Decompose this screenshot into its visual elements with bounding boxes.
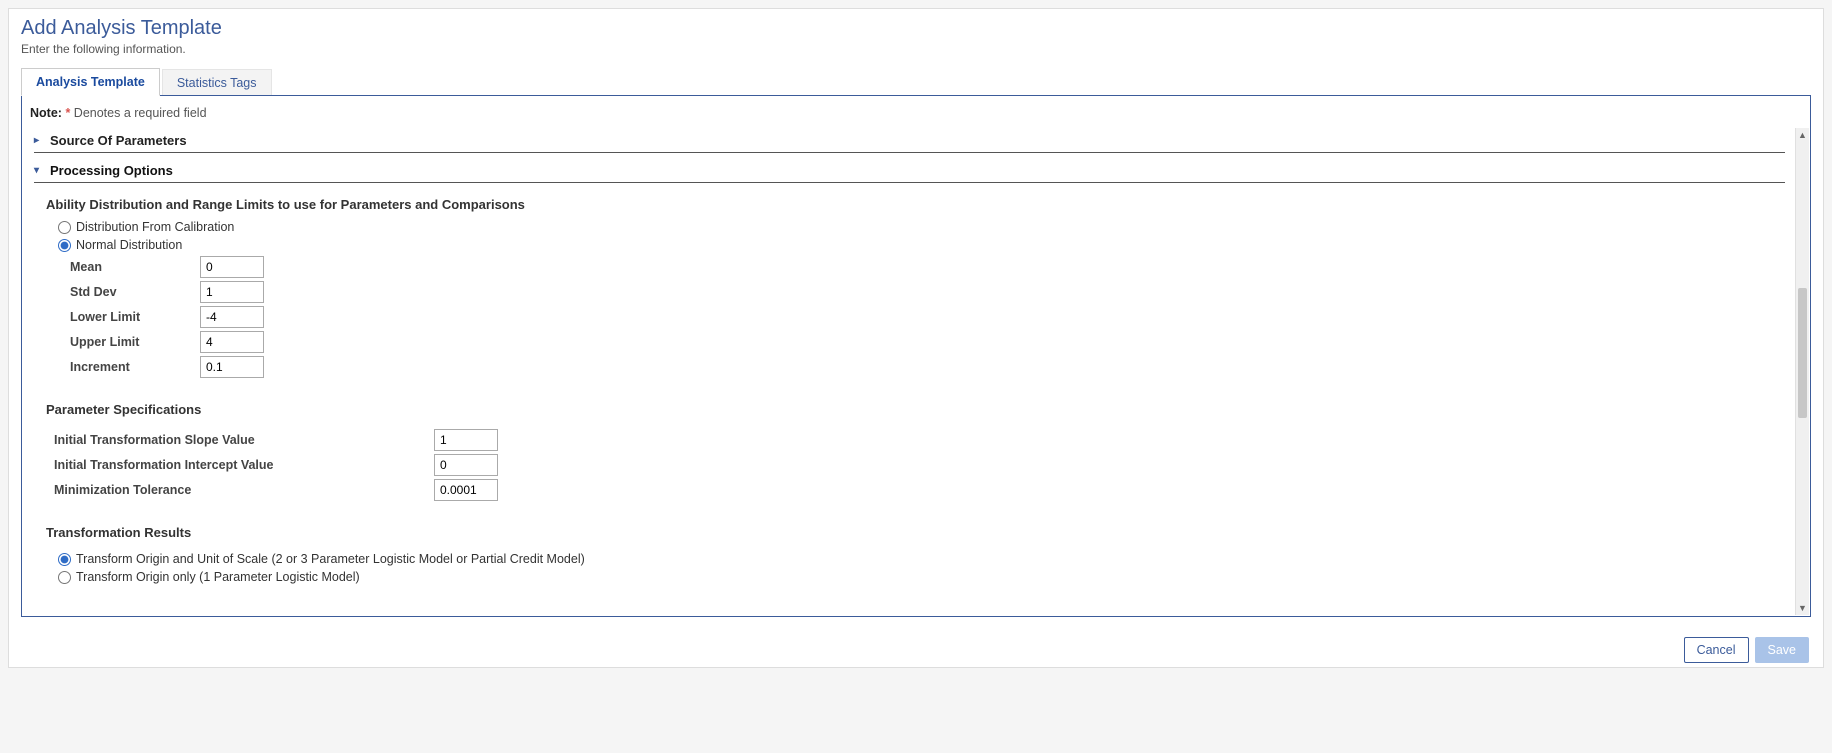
note-label: Note: xyxy=(30,106,62,120)
transformation-results-heading: Transformation Results xyxy=(46,525,1785,540)
radio-transform-full-input[interactable] xyxy=(58,553,71,566)
section-source-of-parameters[interactable]: ▸ Source Of Parameters xyxy=(34,129,1785,153)
page-title: Add Analysis Template xyxy=(21,17,1811,40)
min-tolerance-input[interactable] xyxy=(434,479,498,501)
upper-limit-input[interactable] xyxy=(200,331,264,353)
chevron-down-icon: ▾ xyxy=(34,165,46,176)
radio-transform-full[interactable]: Transform Origin and Unit of Scale (2 or… xyxy=(58,552,1785,566)
radio-calibration-label: Distribution From Calibration xyxy=(76,220,234,234)
stddev-label: Std Dev xyxy=(70,285,200,299)
scroll-area: ▸ Source Of Parameters ▾ Processing Opti… xyxy=(22,127,1810,616)
radio-transform-origin-label: Transform Origin only (1 Parameter Logis… xyxy=(76,570,360,584)
increment-input[interactable] xyxy=(200,356,264,378)
lower-limit-label: Lower Limit xyxy=(70,310,200,324)
radio-transform-full-label: Transform Origin and Unit of Scale (2 or… xyxy=(76,552,585,566)
page-container: Add Analysis Template Enter the followin… xyxy=(8,8,1824,668)
stddev-input[interactable] xyxy=(200,281,264,303)
intercept-label: Initial Transformation Intercept Value xyxy=(54,458,434,472)
section-processing-options[interactable]: ▾ Processing Options xyxy=(34,159,1785,183)
tab-statistics-tags[interactable]: Statistics Tags xyxy=(162,69,272,96)
radio-distribution-from-calibration[interactable]: Distribution From Calibration xyxy=(58,220,1785,234)
chevron-right-icon: ▸ xyxy=(34,135,46,146)
field-stddev: Std Dev xyxy=(70,281,1785,303)
lower-limit-input[interactable] xyxy=(200,306,264,328)
slope-label: Initial Transformation Slope Value xyxy=(54,433,434,447)
field-lower-limit: Lower Limit xyxy=(70,306,1785,328)
section-processing-label: Processing Options xyxy=(50,163,173,178)
page-header: Add Analysis Template Enter the followin… xyxy=(9,9,1823,68)
section-source-label: Source Of Parameters xyxy=(50,133,187,148)
tab-content: Note: * Denotes a required field ▸ Sourc… xyxy=(21,95,1811,617)
page-subtitle: Enter the following information. xyxy=(21,42,1811,56)
footer-bar: Cancel Save xyxy=(9,627,1823,667)
increment-label: Increment xyxy=(70,360,200,374)
scroll-up-arrow-icon[interactable]: ▲ xyxy=(1796,128,1809,142)
save-button[interactable]: Save xyxy=(1755,637,1810,663)
radio-normal-distribution[interactable]: Normal Distribution xyxy=(58,238,1785,252)
required-asterisk-icon: * xyxy=(65,106,70,120)
field-slope: Initial Transformation Slope Value xyxy=(54,429,1785,451)
field-min-tolerance: Minimization Tolerance xyxy=(54,479,1785,501)
scrollbar-track[interactable]: ▲ ▼ xyxy=(1795,128,1809,615)
radio-calibration-input[interactable] xyxy=(58,221,71,234)
field-increment: Increment xyxy=(70,356,1785,378)
mean-label: Mean xyxy=(70,260,200,274)
intercept-input[interactable] xyxy=(434,454,498,476)
radio-normal-input[interactable] xyxy=(58,239,71,252)
radio-transform-origin-input[interactable] xyxy=(58,571,71,584)
scrollbar-thumb[interactable] xyxy=(1798,288,1807,418)
note-text: Denotes a required field xyxy=(74,106,207,120)
min-tolerance-label: Minimization Tolerance xyxy=(54,483,434,497)
parameter-specifications-heading: Parameter Specifications xyxy=(46,402,1785,417)
scroll-down-arrow-icon[interactable]: ▼ xyxy=(1796,601,1809,615)
field-upper-limit: Upper Limit xyxy=(70,331,1785,353)
mean-input[interactable] xyxy=(200,256,264,278)
upper-limit-label: Upper Limit xyxy=(70,335,200,349)
field-mean: Mean xyxy=(70,256,1785,278)
radio-transform-origin-only[interactable]: Transform Origin only (1 Parameter Logis… xyxy=(58,570,1785,584)
tab-analysis-template[interactable]: Analysis Template xyxy=(21,68,160,96)
cancel-button[interactable]: Cancel xyxy=(1684,637,1749,663)
ability-distribution-heading: Ability Distribution and Range Limits to… xyxy=(46,197,1785,212)
field-intercept: Initial Transformation Intercept Value xyxy=(54,454,1785,476)
tab-bar: Analysis Template Statistics Tags xyxy=(21,68,1811,96)
required-field-note: Note: * Denotes a required field xyxy=(22,96,1810,122)
slope-input[interactable] xyxy=(434,429,498,451)
scroll-inner: ▸ Source Of Parameters ▾ Processing Opti… xyxy=(22,127,1795,616)
radio-normal-label: Normal Distribution xyxy=(76,238,182,252)
